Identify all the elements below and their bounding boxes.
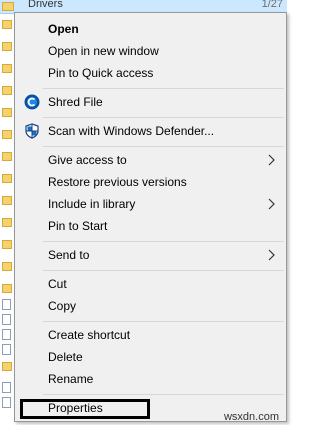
menu-item-label: Rename [48, 372, 94, 386]
menu-item-scan-with-windows-defender[interactable]: Scan with Windows Defender... [15, 121, 286, 143]
folder-icon [2, 42, 12, 51]
menu-separator [43, 321, 284, 322]
document-icon [2, 344, 11, 355]
folder-icon [2, 130, 12, 139]
document-icon [2, 382, 11, 393]
document-icon [2, 299, 11, 310]
folder-icon [2, 20, 12, 29]
document-icon [2, 314, 11, 325]
menu-item-label: Copy [48, 299, 77, 313]
folder-icon [2, 240, 12, 249]
folder-icon [2, 196, 12, 205]
properties-highlight-box [20, 399, 150, 419]
document-icon [2, 329, 11, 340]
menu-item-rename[interactable]: Rename [15, 369, 286, 391]
menu-item-label: Delete [48, 350, 83, 364]
chevron-right-icon [267, 153, 277, 167]
file-icons-column [0, 14, 12, 425]
shred-icon [24, 94, 40, 110]
menu-item-restore-previous-versions[interactable]: Restore previous versions [15, 172, 286, 194]
menu-item-send-to[interactable]: Send to [15, 245, 286, 267]
menu-separator [43, 270, 284, 271]
document-icon [2, 397, 11, 408]
menu-item-open[interactable]: Open [15, 19, 286, 41]
menu-separator [43, 241, 284, 242]
file-date: 1/27 [261, 0, 283, 10]
folder-icon [2, 2, 14, 11]
chevron-right-icon [267, 197, 277, 211]
folder-icon [2, 262, 12, 271]
menu-item-delete[interactable]: Delete [15, 347, 286, 369]
menu-item-pin-to-quick-access[interactable]: Pin to Quick access [15, 63, 286, 85]
file-name: Drivers [28, 0, 63, 10]
menu-item-copy[interactable]: Copy [15, 296, 286, 318]
watermark: wsxdn.com [223, 411, 279, 423]
menu-item-label: Cut [48, 277, 67, 291]
folder-icon [2, 86, 12, 95]
menu-item-label: Open in new window [48, 44, 159, 58]
menu-separator [43, 88, 284, 89]
menu-item-shred-file[interactable]: Shred File [15, 92, 286, 114]
menu-separator [43, 394, 284, 395]
folder-icon [2, 218, 12, 227]
menu-item-cut[interactable]: Cut [15, 274, 286, 296]
menu-item-include-in-library[interactable]: Include in library [15, 194, 286, 216]
menu-item-label: Send to [48, 248, 90, 262]
folder-icon [2, 108, 12, 117]
menu-item-open-in-new-window[interactable]: Open in new window [15, 41, 286, 63]
windows-defender-icon [24, 123, 40, 139]
menu-item-label: Open [48, 22, 79, 36]
chevron-right-icon [267, 248, 277, 262]
folder-icon [2, 64, 12, 73]
menu-item-label: Shred File [48, 95, 103, 109]
menu-item-label: Include in library [48, 197, 136, 211]
menu-item-create-shortcut[interactable]: Create shortcut [15, 325, 286, 347]
menu-item-label: Scan with Windows Defender... [48, 124, 215, 138]
folder-icon [2, 362, 12, 371]
folder-icon [2, 284, 12, 293]
menu-item-label: Give access to [48, 153, 127, 167]
folder-icon [2, 174, 12, 183]
menu-item-label: Pin to Start [48, 219, 108, 233]
context-menu: Open Open in new window Pin to Quick acc… [14, 12, 287, 422]
menu-item-pin-to-start[interactable]: Pin to Start [15, 216, 286, 238]
menu-item-give-access-to[interactable]: Give access to [15, 150, 286, 172]
menu-item-label: Create shortcut [48, 328, 131, 342]
menu-separator [43, 146, 284, 147]
menu-separator [43, 117, 284, 118]
menu-item-label: Restore previous versions [48, 175, 187, 189]
folder-icon [2, 152, 12, 161]
menu-item-label: Pin to Quick access [48, 66, 154, 80]
